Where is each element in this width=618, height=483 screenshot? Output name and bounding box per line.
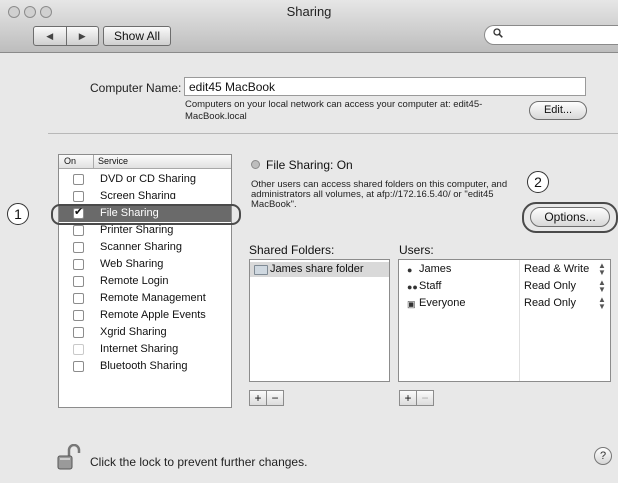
shared-folder-item[interactable]: James share folder	[250, 262, 389, 277]
remove-user-button[interactable]: −	[416, 391, 433, 405]
show-all-button[interactable]: Show All	[103, 26, 171, 46]
file-sharing-highlight	[51, 204, 241, 225]
service-checkbox[interactable]	[73, 327, 84, 338]
service-name: Internet Sharing	[100, 343, 179, 355]
service-name: Scanner Sharing	[100, 241, 182, 253]
service-row[interactable]: Internet Sharing	[59, 341, 231, 358]
service-checkbox[interactable]	[73, 361, 84, 372]
service-checkbox[interactable]	[73, 174, 84, 185]
service-name: Bluetooth Sharing	[100, 360, 188, 372]
sharing-window: Sharing ◀ ▶ Show All Computer Name: edit…	[0, 0, 618, 483]
permission-stepper-icon[interactable]: ▲ ▼	[598, 279, 606, 294]
nav-buttons: ◀ ▶	[33, 26, 99, 46]
lock-message: Click the lock to prevent further change…	[90, 455, 308, 469]
service-row[interactable]: DVD or CD Sharing	[59, 171, 231, 188]
service-name: Web Sharing	[100, 258, 164, 270]
back-button[interactable]: ◀	[34, 27, 66, 45]
user-row[interactable]: ●● Staff Read Only ▲ ▼	[399, 279, 610, 295]
callout-2-marker: 2	[527, 171, 549, 193]
add-user-button[interactable]: +	[400, 391, 416, 405]
service-name: Remote Management	[100, 292, 206, 304]
users-list: ● James Read & Write ▲ ▼ ●● Staff Read Only ▲ ▼ ▣ E…	[398, 259, 611, 382]
service-checkbox[interactable]	[73, 276, 84, 287]
user-name: James	[419, 263, 452, 275]
service-name: Remote Apple Events	[100, 309, 206, 321]
user-name: Everyone	[419, 297, 466, 309]
service-checkbox[interactable]	[73, 242, 84, 253]
service-row[interactable]: Web Sharing	[59, 256, 231, 273]
service-name: Screen Sharing	[100, 190, 176, 199]
shared-folders-list: James share folder	[249, 259, 390, 382]
file-sharing-status: File Sharing: On	[251, 158, 353, 172]
service-checkbox[interactable]	[73, 259, 84, 270]
service-name: Printer Sharing	[100, 224, 174, 236]
options-button[interactable]: Options...	[530, 207, 610, 227]
permission-popup[interactable]: Read Only	[524, 280, 576, 292]
service-checkbox[interactable]	[73, 344, 84, 355]
everyone-icon: ▣	[407, 299, 416, 309]
service-list-header: On Service	[59, 155, 231, 169]
service-checkbox[interactable]	[73, 191, 84, 202]
service-row[interactable]: Remote Management	[59, 290, 231, 307]
shared-folders-label: Shared Folders:	[249, 243, 335, 257]
users-label: Users:	[399, 243, 434, 257]
help-button[interactable]: ?	[594, 447, 612, 465]
group-icon: ●●	[407, 282, 418, 292]
header-separator	[93, 155, 94, 168]
service-name: Xgrid Sharing	[100, 326, 167, 338]
edit-button[interactable]: Edit...	[529, 101, 587, 120]
service-name: Remote Login	[100, 275, 169, 287]
service-column-header[interactable]: Service	[98, 155, 128, 168]
remove-folder-button[interactable]: −	[266, 391, 283, 405]
service-row[interactable]: Remote Apple Events	[59, 307, 231, 324]
permission-stepper-icon[interactable]: ▲ ▼	[598, 262, 606, 277]
single-user-icon: ●	[407, 265, 413, 275]
user-name: Staff	[419, 280, 442, 292]
search-field[interactable]	[484, 25, 618, 45]
callout-1-marker: 1	[7, 203, 29, 225]
user-row[interactable]: ▣ Everyone Read Only ▲ ▼	[399, 296, 610, 312]
computer-name-description: Computers on your local network can acce…	[185, 99, 483, 122]
service-row[interactable]: Bluetooth Sharing	[59, 358, 231, 375]
service-row[interactable]: Screen Sharing	[59, 188, 231, 205]
service-checkbox[interactable]	[73, 293, 84, 304]
search-icon	[493, 28, 503, 41]
computer-name-field[interactable]: edit45 MacBook	[184, 77, 586, 96]
computer-name-label: Computer Name:	[90, 81, 182, 95]
on-column-header[interactable]: On	[64, 155, 76, 168]
user-row[interactable]: ● James Read & Write ▲ ▼	[399, 262, 610, 278]
user-add-remove: + −	[399, 390, 434, 406]
file-sharing-description: Other users can access shared folders on…	[251, 179, 508, 210]
permission-stepper-icon[interactable]: ▲ ▼	[598, 296, 606, 311]
add-folder-button[interactable]: +	[250, 391, 266, 405]
service-list: On Service DVD or CD Sharing Screen Shari…	[58, 154, 232, 408]
service-row[interactable]: Xgrid Sharing	[59, 324, 231, 341]
title-bar: Sharing ◀ ▶ Show All	[0, 0, 618, 53]
forward-button[interactable]: ▶	[65, 27, 99, 45]
permission-popup[interactable]: Read & Write	[524, 263, 589, 275]
lock-icon[interactable]	[56, 443, 82, 472]
service-row[interactable]: Scanner Sharing	[59, 239, 231, 256]
service-checkbox[interactable]	[73, 310, 84, 321]
shared-folder-name: James share folder	[270, 263, 364, 275]
divider	[48, 133, 618, 134]
service-row[interactable]: Remote Login	[59, 273, 231, 290]
folder-icon	[254, 265, 268, 275]
window-title: Sharing	[286, 4, 332, 19]
folder-add-remove: + −	[249, 390, 284, 406]
service-name: DVD or CD Sharing	[100, 173, 196, 185]
status-text: File Sharing: On	[266, 158, 353, 172]
permission-popup[interactable]: Read Only	[524, 297, 576, 309]
service-checkbox[interactable]	[73, 225, 84, 236]
status-indicator-icon	[251, 160, 260, 169]
